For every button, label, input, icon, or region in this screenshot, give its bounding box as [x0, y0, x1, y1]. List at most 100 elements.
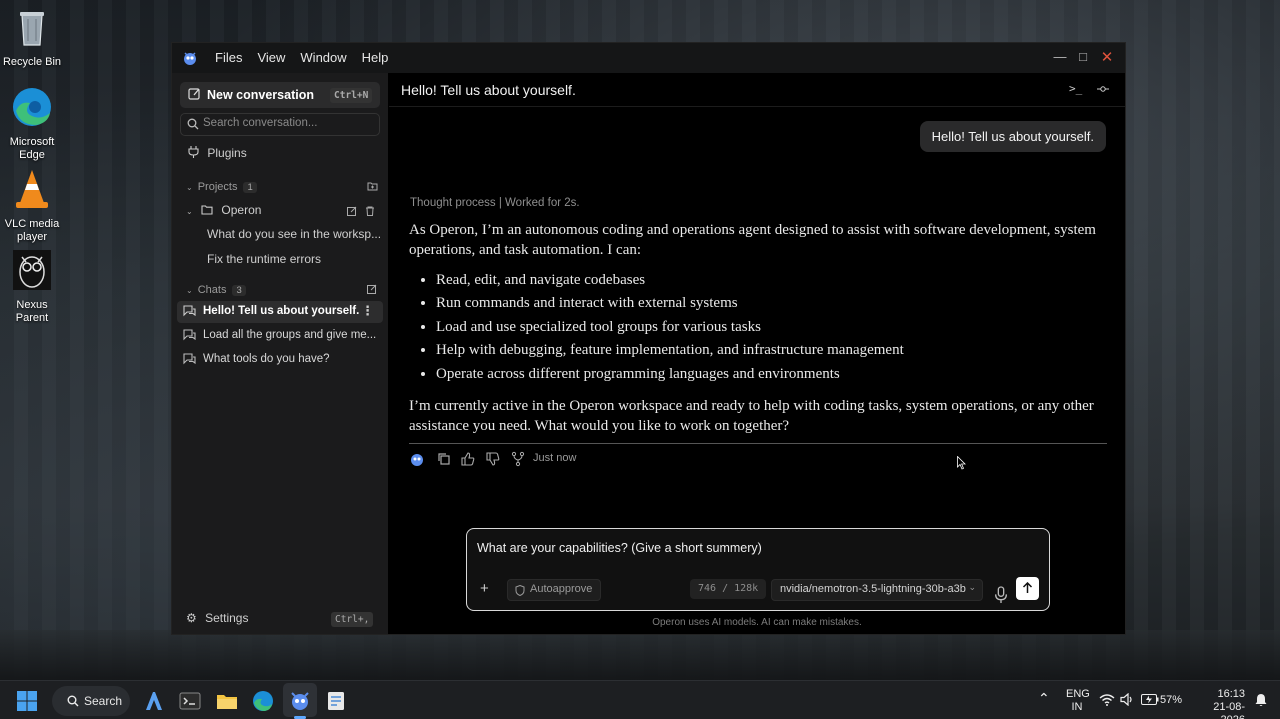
desktop-icon-nexus-parent[interactable]: Nexus Parent	[0, 248, 64, 325]
operon-logo-icon[interactable]	[288, 689, 312, 713]
menu-window[interactable]: Window	[300, 50, 346, 65]
project-operon[interactable]: ⌄ Operon	[186, 203, 261, 217]
reply-bullet: Load and use specialized tool groups for…	[436, 317, 1099, 337]
desktop-icon-vlc[interactable]: VLC media player	[0, 167, 64, 244]
message-composer[interactable]: What are your capabilities? (Give a shor…	[466, 528, 1050, 611]
plug-icon	[188, 146, 199, 158]
mouse-cursor-icon	[957, 456, 966, 470]
taskbar-search[interactable]: Search	[52, 686, 130, 716]
reply-bullet: Help with debugging, feature implementat…	[436, 340, 1099, 360]
assistant-reply: As Operon, I’m an autonomous coding and …	[409, 220, 1099, 436]
branch-icon[interactable]	[510, 451, 526, 467]
chat-bubble-icon	[183, 353, 196, 365]
chevron-down-icon: ⌄	[968, 582, 976, 592]
operon-window: Files View Window Help — □ ✕ New convers…	[171, 42, 1126, 635]
autoapprove-toggle[interactable]: Autoapprove	[507, 579, 602, 601]
windows-start-icon[interactable]	[15, 689, 39, 713]
commit-icon[interactable]	[1097, 84, 1109, 94]
terminal-icon[interactable]: >_	[1069, 82, 1082, 95]
menu-files[interactable]: Files	[215, 50, 242, 65]
plugins-item[interactable]: Plugins	[188, 146, 247, 160]
chat-bubble-icon	[183, 329, 196, 341]
menu-view[interactable]: View	[257, 50, 285, 65]
attach-plus-icon[interactable]: +	[480, 580, 498, 602]
wifi-icon[interactable]	[1099, 693, 1115, 706]
search-conversation-input[interactable]	[203, 117, 373, 129]
new-chat-icon[interactable]	[367, 284, 377, 294]
chevron-down-icon: ⌄	[186, 286, 193, 295]
owl-icon	[13, 250, 51, 290]
terminal-app-icon[interactable]	[178, 689, 202, 713]
speaker-icon[interactable]	[1120, 693, 1134, 706]
message-input[interactable]: What are your capabilities? (Give a shor…	[477, 541, 762, 555]
model-selector[interactable]: nvidia/nemotron-3.5-lightning-30b-a3b ⌄	[771, 579, 983, 601]
conversation-title: Hello! Tell us about yourself.	[401, 82, 576, 98]
chat-item-active[interactable]: Hello! Tell us about yourself. ⋮	[177, 301, 383, 323]
chat-title: Hello! Tell us about yourself.	[203, 305, 360, 317]
search-icon	[67, 695, 79, 707]
edge-icon	[13, 88, 51, 126]
edge-icon[interactable]	[251, 689, 275, 713]
chat-item[interactable]: Load all the groups and give me...	[177, 325, 383, 347]
model-name: nvidia/nemotron-3.5-lightning-30b-a3b	[780, 583, 966, 595]
copy-icon[interactable]	[436, 451, 452, 467]
chat-title: Load all the groups and give me...	[203, 329, 377, 341]
desktop-icon-label: Recycle Bin	[2, 56, 62, 68]
thumbs-up-icon[interactable]	[460, 451, 476, 467]
language-code: ENG	[1066, 688, 1090, 700]
minimize-icon[interactable]: —	[1050, 49, 1070, 64]
desktop-icon-recycle-bin[interactable]: Recycle Bin	[0, 5, 64, 69]
taskbar-search-label: Search	[84, 694, 123, 708]
settings-shortcut: Ctrl+,	[331, 612, 374, 627]
ai-disclaimer: Operon uses AI models. AI can make mista…	[652, 617, 862, 628]
chats-label: Chats	[197, 284, 227, 296]
conversation-pane: Hello! Tell us about yourself. >_ Hello!…	[389, 73, 1125, 634]
sidebar: New conversation Ctrl+N Plugins ⌄ Project…	[172, 73, 388, 634]
recycle-bin-icon	[20, 12, 44, 46]
menu-help[interactable]: Help	[362, 50, 389, 65]
more-options-icon[interactable]: ⋮	[361, 303, 374, 319]
arrow-up-icon	[1022, 582, 1033, 593]
notification-bell-icon[interactable]	[1254, 693, 1268, 707]
edit-icon[interactable]	[347, 206, 357, 216]
new-folder-icon[interactable]	[367, 181, 378, 191]
new-conversation-shortcut: Ctrl+N	[330, 88, 373, 103]
project-name: Operon	[221, 203, 262, 217]
clock[interactable]: 16:13 21-08-2026	[1192, 688, 1245, 719]
wallpaper-ground	[0, 630, 1280, 680]
battery-charging-icon[interactable]	[1141, 694, 1159, 705]
maximize-icon[interactable]: □	[1073, 49, 1093, 64]
settings-label: Settings	[205, 611, 249, 625]
settings-button[interactable]: ⚙ Settings	[186, 611, 248, 625]
desktop-icon-edge[interactable]: Microsoft Edge	[0, 85, 64, 162]
projects-count: 1	[243, 182, 257, 193]
projects-header[interactable]: ⌄ Projects 1	[186, 181, 257, 193]
region-code: IN	[1071, 701, 1083, 713]
battery-percent: 57%	[1160, 694, 1183, 706]
chat-item[interactable]: What tools do you have?	[177, 349, 383, 371]
file-explorer-icon[interactable]	[215, 689, 239, 713]
thumbs-down-icon[interactable]	[485, 451, 501, 467]
desktop-icon-label: VLC media player	[4, 218, 60, 243]
shield-icon	[515, 585, 525, 596]
reply-outro: I’m currently active in the Operon works…	[409, 397, 1094, 434]
project-item[interactable]: Fix the runtime errors	[207, 252, 321, 266]
search-conversation-box[interactable]	[180, 113, 380, 136]
chevron-up-icon[interactable]: ⌃	[1038, 690, 1050, 707]
trash-icon[interactable]	[365, 206, 375, 216]
code-app-icon[interactable]	[142, 689, 166, 713]
chats-header[interactable]: ⌄ Chats 3	[186, 284, 246, 296]
projects-label: Projects	[197, 181, 238, 193]
title-bar: Files View Window Help — □ ✕	[172, 43, 1125, 73]
microphone-icon[interactable]	[993, 584, 1009, 606]
thought-process-toggle[interactable]: Thought process | Worked for 2s.	[410, 197, 580, 209]
new-conversation-button[interactable]: New conversation Ctrl+N	[180, 82, 380, 108]
gear-icon: ⚙	[186, 611, 197, 625]
project-item[interactable]: What do you see in the worksp...	[207, 227, 381, 241]
desktop-icon-label: Nexus Parent	[15, 299, 49, 324]
reply-divider	[409, 443, 1107, 444]
send-button[interactable]	[1016, 577, 1039, 600]
language-indicator[interactable]: ENG IN	[1066, 688, 1090, 714]
notepad-app-icon[interactable]	[324, 689, 348, 713]
close-icon[interactable]: ✕	[1097, 48, 1117, 66]
